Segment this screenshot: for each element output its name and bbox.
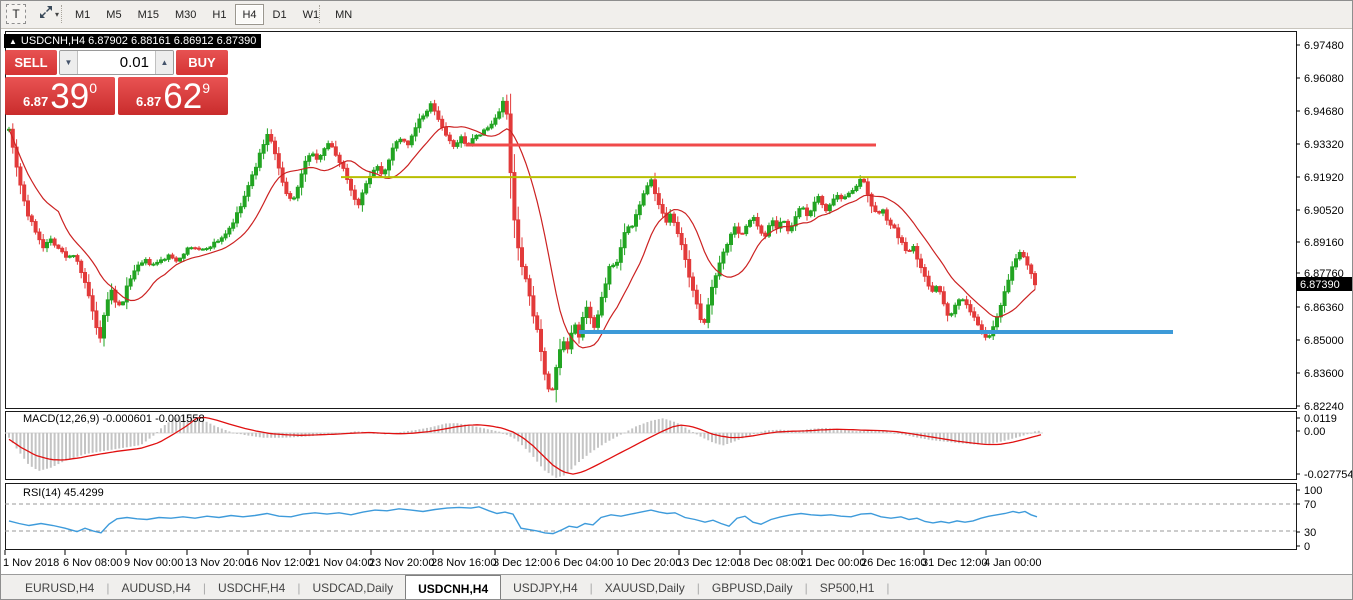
svg-text:6.82240: 6.82240: [1304, 401, 1344, 413]
buy-price-big: 62: [163, 79, 202, 114]
svg-text:28 Nov 16:00: 28 Nov 16:00: [431, 557, 496, 569]
triangle-up-icon: ▲: [9, 37, 17, 46]
svg-text:6.91920: 6.91920: [1304, 172, 1344, 184]
svg-text:0.0119: 0.0119: [1304, 413, 1337, 425]
svg-text:6.94680: 6.94680: [1304, 106, 1344, 118]
svg-text:16 Nov 12:00: 16 Nov 12:00: [246, 557, 311, 569]
svg-text:13 Dec 12:00: 13 Dec 12:00: [677, 557, 742, 569]
svg-text:6.97480: 6.97480: [1304, 40, 1344, 52]
svg-text:26 Dec 16:00: 26 Dec 16:00: [861, 557, 926, 569]
svg-text:21 Nov 04:00: 21 Nov 04:00: [308, 557, 373, 569]
svg-text:18 Dec 08:00: 18 Dec 08:00: [738, 557, 803, 569]
svg-text:4 Jan 00:00: 4 Jan 00:00: [984, 557, 1042, 569]
svg-text:6 Nov 08:00: 6 Nov 08:00: [63, 557, 122, 569]
buy-price-prefix: 6.87: [136, 94, 161, 109]
sell-price-tile[interactable]: 6.87 39 0: [5, 77, 115, 115]
svg-text:23 Nov 20:00: 23 Nov 20:00: [369, 557, 434, 569]
sell-price-big: 39: [50, 79, 89, 114]
svg-text:6.90520: 6.90520: [1304, 205, 1344, 217]
buy-button[interactable]: BUY: [176, 50, 228, 75]
svg-text:6.89160: 6.89160: [1304, 237, 1344, 249]
svg-text:9 Nov 00:00: 9 Nov 00:00: [124, 557, 183, 569]
svg-text:31 Dec 12:00: 31 Dec 12:00: [922, 557, 987, 569]
svg-text:30: 30: [1304, 527, 1316, 539]
svg-text:6.83600: 6.83600: [1304, 368, 1344, 380]
mt4-window: 6.97480 6.96080 6.94680 6.93320 6.91920 6.905…: [0, 0, 1353, 600]
sell-price-sup: 0: [89, 80, 97, 96]
symbol-ohlc-text: USDCNH,H4 6.87902 6.88161 6.86912 6.8739…: [21, 35, 256, 47]
volume-stepper: ▼ ▲: [59, 50, 174, 75]
buy-price-sup: 9: [202, 80, 210, 96]
trade-panel: SELL ▼ ▲ BUY 6.87 39 0 6.87 62 9: [5, 50, 228, 115]
svg-text:0: 0: [1304, 541, 1310, 553]
volume-decrease-button[interactable]: ▼: [60, 51, 78, 74]
svg-text:6.86360: 6.86360: [1304, 302, 1344, 314]
volume-input[interactable]: [78, 51, 155, 74]
svg-text:13 Nov 20:00: 13 Nov 20:00: [185, 557, 250, 569]
svg-text:1 Nov 2018: 1 Nov 2018: [3, 557, 59, 569]
svg-text:100: 100: [1304, 485, 1322, 497]
volume-increase-button[interactable]: ▲: [155, 51, 173, 74]
sell-price-prefix: 6.87: [23, 94, 48, 109]
svg-text:70: 70: [1304, 499, 1316, 511]
svg-text:6.85000: 6.85000: [1304, 335, 1344, 347]
svg-text:21 Dec 00:00: 21 Dec 00:00: [800, 557, 865, 569]
symbol-strip: ▲ USDCNH,H4 6.87902 6.88161 6.86912 6.87…: [4, 34, 261, 48]
svg-text:6.87390: 6.87390: [1300, 279, 1340, 291]
sell-button[interactable]: SELL: [5, 50, 57, 75]
svg-text:0.00: 0.00: [1304, 426, 1325, 438]
buy-price-tile[interactable]: 6.87 62 9: [118, 77, 228, 115]
svg-text:6.93320: 6.93320: [1304, 139, 1344, 151]
svg-text:6.96080: 6.96080: [1304, 73, 1344, 85]
svg-text:6 Dec 04:00: 6 Dec 04:00: [554, 557, 613, 569]
svg-text:-0.027754: -0.027754: [1304, 469, 1353, 481]
macd-label: MACD(12,26,9) -0.000601 -0.001558: [23, 413, 205, 425]
svg-text:3 Dec 12:00: 3 Dec 12:00: [493, 557, 552, 569]
rsi-label: RSI(14) 45.4299: [23, 487, 104, 499]
svg-text:10 Dec 20:00: 10 Dec 20:00: [616, 557, 681, 569]
